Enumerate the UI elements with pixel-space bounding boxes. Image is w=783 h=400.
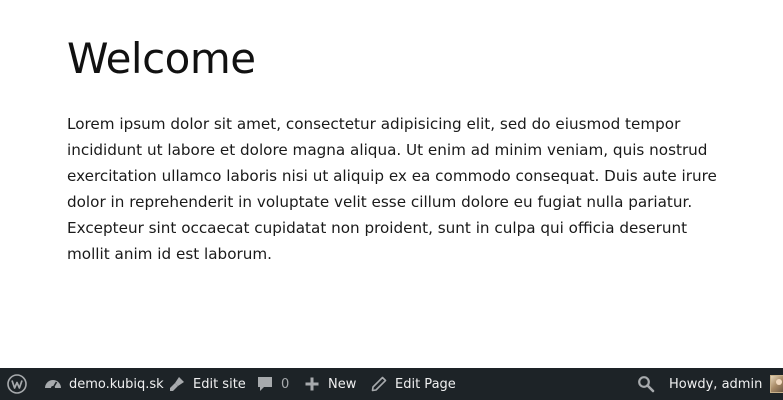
brush-icon <box>167 374 187 394</box>
edit-site-link[interactable]: Edit site <box>167 368 246 400</box>
pencil-icon <box>370 375 388 393</box>
comments-link[interactable]: 0 <box>256 368 289 400</box>
edit-site-label: Edit site <box>193 376 246 392</box>
howdy-label: Howdy, admin <box>669 376 763 392</box>
site-name-label: demo.kubiq.sk <box>69 376 164 392</box>
search-icon <box>637 375 655 393</box>
edit-page-label: Edit Page <box>395 376 456 392</box>
avatar <box>770 375 783 393</box>
my-account-menu[interactable]: Howdy, admin <box>669 368 783 400</box>
comment-icon <box>256 375 274 393</box>
wordpress-logo-icon <box>7 374 27 394</box>
page-body-text: Lorem ipsum dolor sit amet, consectetur … <box>67 115 717 263</box>
new-label: New <box>328 376 357 392</box>
new-content-menu[interactable]: New <box>304 368 356 400</box>
site-name-menu[interactable]: demo.kubiq.sk <box>43 368 164 400</box>
edit-page-link[interactable]: Edit Page <box>370 368 456 400</box>
plus-icon <box>304 376 320 392</box>
admin-bar: demo.kubiq.sk Edit site 0 New Edit Page … <box>0 368 783 400</box>
page-content: Welcome Lorem ipsum dolor sit amet, cons… <box>67 0 727 267</box>
dashboard-icon <box>43 374 63 394</box>
wp-logo-menu[interactable] <box>7 368 27 400</box>
search-button[interactable] <box>637 368 655 400</box>
comments-count: 0 <box>281 376 290 392</box>
page-title: Welcome <box>67 34 256 83</box>
